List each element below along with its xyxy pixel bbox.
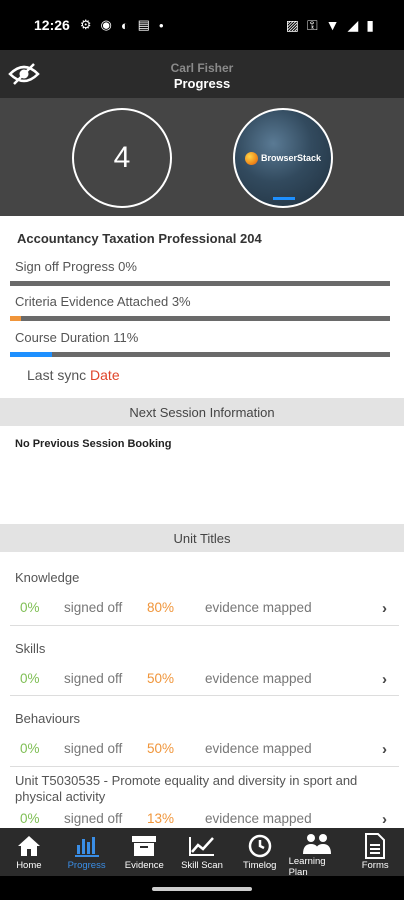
status-time: 12:26 [34, 17, 70, 33]
unit-name: Skills [15, 641, 46, 656]
sign-off-label-text: Sign off Progress [15, 259, 115, 274]
last-sync: Last sync Date [27, 367, 120, 383]
signed-off-label: signed off [64, 600, 123, 615]
avatar-progress-bar [273, 197, 295, 200]
gesture-bar [0, 876, 404, 900]
home-gesture-pill[interactable] [152, 887, 252, 891]
duration-label-text: Course Duration [15, 330, 110, 345]
chevron-right-icon[interactable]: › [382, 741, 387, 758]
nav-home[interactable]: Home [0, 828, 58, 876]
nav-learning-plan[interactable]: Learning Plan [288, 828, 347, 878]
bottom-nav: Home Progress Evidence Skill Scan Timelo… [0, 828, 404, 878]
nav-label: Home [16, 860, 42, 871]
count-circle: 4 [72, 108, 172, 208]
nav-label: Learning Plan [288, 856, 326, 878]
signed-off-label: signed off [64, 811, 123, 826]
evidence-percent: 50% [147, 671, 175, 686]
nav-label: Evidence [124, 860, 164, 871]
evidence-label: evidence mapped [205, 671, 312, 686]
signed-off-label: signed off [64, 741, 123, 756]
cast-icon: ◉ [100, 17, 112, 32]
signed-off-percent: 0% [20, 671, 40, 686]
eye-off-icon[interactable] [8, 62, 40, 86]
sign-off-value: 0% [118, 259, 137, 274]
nav-skill-scan[interactable]: Skill Scan [173, 828, 231, 876]
unit-name: Behaviours [15, 711, 81, 726]
signed-off-percent: 0% [20, 741, 40, 756]
nav-label: Progress [67, 860, 106, 871]
unit-row[interactable]: Unit T5030535 - Promote equality and div… [0, 767, 404, 828]
last-sync-label: Last sync [27, 367, 87, 383]
settings-gear-icon: ⚙ [79, 17, 92, 32]
unit-name: Knowledge [15, 570, 80, 585]
battery-icon: ▮ [366, 16, 374, 33]
criteria-evidence-progress-fill [10, 316, 22, 321]
course-duration-label: Course Duration 11% [15, 330, 138, 345]
nav-timelog[interactable]: Timelog [231, 828, 289, 876]
bar-chart-icon [73, 832, 101, 860]
last-sync-date: Date [90, 367, 120, 383]
duration-value: 11% [113, 330, 139, 345]
sign-off-progress-label: Sign off Progress 0% [15, 259, 137, 274]
chevron-right-icon[interactable]: › [382, 811, 387, 828]
signal-icon: ◢ [347, 16, 359, 33]
app-header: Carl Fisher Progress [0, 50, 404, 98]
no-session-message: No Previous Session Booking [15, 438, 172, 450]
course-progress-panel: Accountancy Taxation Professional 204 Si… [0, 216, 404, 398]
signed-off-percent: 0% [20, 811, 40, 826]
nav-label: Forms [361, 860, 389, 871]
user-name: Carl Fisher [170, 61, 234, 75]
avatar[interactable]: BrowserStack [233, 108, 333, 208]
group-icon [302, 832, 332, 856]
evidence-label: evidence mapped [205, 600, 312, 615]
document-icon [364, 832, 386, 860]
unit-row[interactable]: Behaviours 0% signed off 50% evidence ma… [0, 696, 404, 767]
status-bar: 12:26 ⚙ ◉ ◐ ▤ • ▨ ⚿ ▼ ◢ ▮ [0, 0, 404, 50]
more-notifications-dot-icon: • [158, 17, 164, 33]
course-duration-progress-fill [10, 352, 52, 357]
unit-row[interactable]: Knowledge 0% signed off 80% evidence map… [0, 552, 404, 626]
criteria-label-text: Criteria Evidence Attached [15, 294, 169, 309]
criteria-value: 3% [171, 294, 191, 309]
progress-hero: 4 BrowserStack [0, 98, 404, 216]
evidence-percent: 13% [147, 811, 175, 826]
evidence-label: evidence mapped [205, 741, 312, 756]
criteria-evidence-label: Criteria Evidence Attached 3% [15, 294, 191, 309]
notification-icon: ◐ [120, 17, 129, 33]
page-title: Progress [173, 76, 231, 91]
evidence-percent: 50% [147, 741, 175, 756]
signed-off-label: signed off [64, 671, 123, 686]
evidence-percent: 80% [147, 600, 175, 615]
unit-titles-header: Unit Titles [0, 524, 404, 552]
key-icon: ⚿ [306, 16, 318, 33]
line-chart-icon [188, 832, 216, 860]
chevron-right-icon[interactable]: › [382, 671, 387, 688]
browserstack-logo: BrowserStack [244, 151, 322, 165]
nav-label: Skill Scan [181, 860, 223, 871]
evidence-label: evidence mapped [205, 811, 312, 826]
criteria-evidence-progress-bar [10, 316, 390, 321]
course-title: Accountancy Taxation Professional 204 [17, 231, 262, 246]
archive-box-icon [131, 832, 157, 860]
avatar-brand-label: BrowserStack [260, 153, 322, 163]
nav-forms[interactable]: Forms [346, 828, 404, 876]
unit-row[interactable]: Skills 0% signed off 50% evidence mapped… [0, 626, 404, 696]
browserstack-logo-icon [244, 151, 258, 165]
sign-off-progress-bar [10, 281, 390, 286]
chevron-right-icon[interactable]: › [382, 600, 387, 617]
nav-label: Timelog [243, 860, 277, 871]
unit-name: Unit T5030535 - Promote equality and div… [15, 773, 358, 804]
nav-evidence[interactable]: Evidence [115, 828, 173, 876]
app-notification-icon: ▤ [137, 17, 150, 32]
clock-icon [248, 832, 272, 860]
home-icon [17, 832, 41, 860]
nav-progress[interactable]: Progress [58, 828, 116, 876]
no-sim-icon: ▨ [285, 16, 299, 33]
next-session-header: Next Session Information [0, 398, 404, 426]
course-duration-progress-bar [10, 352, 390, 357]
signed-off-percent: 0% [20, 600, 40, 615]
wifi-icon: ▼ [325, 17, 340, 33]
